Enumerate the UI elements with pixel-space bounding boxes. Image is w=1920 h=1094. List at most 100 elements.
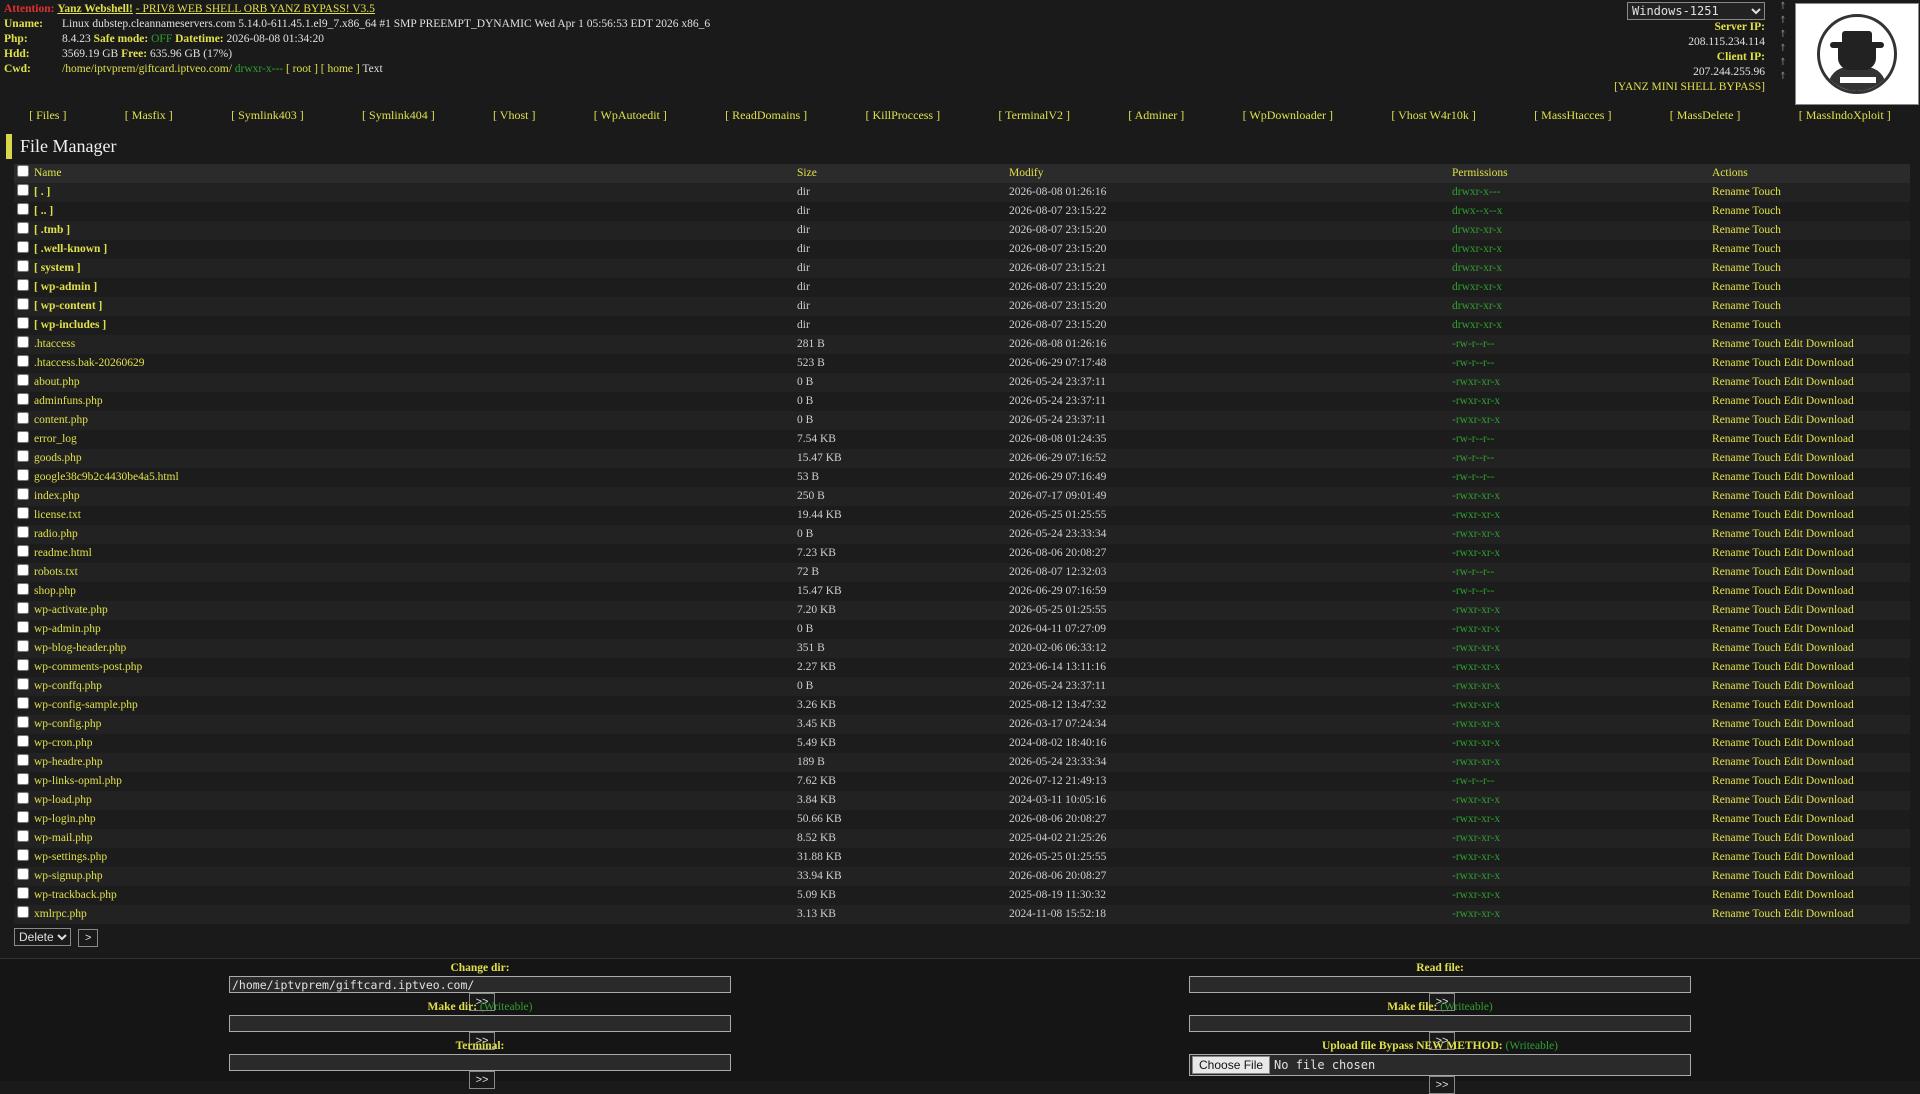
- actions-links[interactable]: Rename Touch: [1709, 259, 1910, 278]
- row-checkbox[interactable]: [17, 564, 29, 576]
- actions-links[interactable]: Rename Touch Edit Download: [1709, 544, 1910, 563]
- menu-item-killproccess[interactable]: [ KillProccess ]: [865, 108, 940, 124]
- actions-links[interactable]: Rename Touch Edit Download: [1709, 639, 1910, 658]
- actions-links[interactable]: Rename Touch Edit Download: [1709, 810, 1910, 829]
- file-link[interactable]: wp-login.php: [34, 813, 96, 825]
- row-checkbox[interactable]: [17, 735, 29, 747]
- upload-submit[interactable]: >>: [1428, 1076, 1456, 1094]
- menu-item-wpdownloader[interactable]: [ WpDownloader ]: [1243, 108, 1333, 124]
- row-checkbox[interactable]: [17, 678, 29, 690]
- row-checkbox[interactable]: [17, 241, 29, 253]
- menu-item-massindoxploit[interactable]: [ MassIndoXploit ]: [1799, 108, 1891, 124]
- row-checkbox[interactable]: [17, 488, 29, 500]
- directory-link[interactable]: [ . ]: [34, 186, 50, 198]
- row-checkbox[interactable]: [17, 317, 29, 329]
- actions-links[interactable]: Rename Touch Edit Download: [1709, 335, 1910, 354]
- file-link[interactable]: wp-config-sample.php: [34, 699, 138, 711]
- actions-links[interactable]: Rename Touch Edit Download: [1709, 373, 1910, 392]
- file-link[interactable]: xmlrpc.php: [34, 908, 87, 920]
- row-checkbox[interactable]: [17, 830, 29, 842]
- permissions-link[interactable]: -rwxr-xr-x: [1449, 525, 1709, 544]
- row-checkbox[interactable]: [17, 469, 29, 481]
- row-checkbox[interactable]: [17, 393, 29, 405]
- permissions-link[interactable]: -rwxr-xr-x: [1449, 639, 1709, 658]
- permissions-link[interactable]: -rwxr-xr-x: [1449, 905, 1709, 924]
- row-checkbox[interactable]: [17, 887, 29, 899]
- permissions-link[interactable]: -rwxr-xr-x: [1449, 411, 1709, 430]
- actions-links[interactable]: Rename Touch Edit Download: [1709, 848, 1910, 867]
- file-link[interactable]: wp-mail.php: [34, 832, 92, 844]
- file-link[interactable]: goods.php: [34, 452, 82, 464]
- actions-links[interactable]: Rename Touch Edit Download: [1709, 525, 1910, 544]
- file-link[interactable]: .htaccess.bak-20260629: [34, 357, 145, 369]
- row-checkbox[interactable]: [17, 374, 29, 386]
- file-link[interactable]: wp-activate.php: [34, 604, 108, 616]
- menu-item-vhostw4r10k[interactable]: [ Vhost W4r10k ]: [1391, 108, 1476, 124]
- permissions-link[interactable]: -rwxr-xr-x: [1449, 601, 1709, 620]
- row-checkbox[interactable]: [17, 849, 29, 861]
- permissions-link[interactable]: -rwxr-xr-x: [1449, 658, 1709, 677]
- permissions-link[interactable]: -rwxr-xr-x: [1449, 886, 1709, 905]
- row-checkbox[interactable]: [17, 868, 29, 880]
- root-link[interactable]: [ root ]: [286, 63, 318, 75]
- actions-links[interactable]: Rename Touch Edit Download: [1709, 753, 1910, 772]
- row-checkbox[interactable]: [17, 659, 29, 671]
- permissions-link[interactable]: -rwxr-xr-x: [1449, 753, 1709, 772]
- file-link[interactable]: wp-config.php: [34, 718, 101, 730]
- row-checkbox[interactable]: [17, 260, 29, 272]
- actions-links[interactable]: Rename Touch Edit Download: [1709, 715, 1910, 734]
- row-checkbox[interactable]: [17, 811, 29, 823]
- file-link[interactable]: wp-admin.php: [34, 623, 101, 635]
- col-size[interactable]: Size: [794, 164, 1006, 183]
- actions-links[interactable]: Rename Touch: [1709, 202, 1910, 221]
- menu-item-masshtacces[interactable]: [ MassHtacces ]: [1534, 108, 1611, 124]
- permissions-link[interactable]: -rwxr-xr-x: [1449, 677, 1709, 696]
- row-checkbox[interactable]: [17, 906, 29, 918]
- file-link[interactable]: error_log: [34, 433, 77, 445]
- actions-links[interactable]: Rename Touch Edit Download: [1709, 677, 1910, 696]
- actions-links[interactable]: Rename Touch Edit Download: [1709, 791, 1910, 810]
- permissions-link[interactable]: drwxr-xr-x: [1449, 240, 1709, 259]
- menu-item-wpautoedit[interactable]: [ WpAutoedit ]: [594, 108, 667, 124]
- file-link[interactable]: wp-load.php: [34, 794, 92, 806]
- row-checkbox[interactable]: [17, 203, 29, 215]
- actions-links[interactable]: Rename Touch Edit Download: [1709, 658, 1910, 677]
- row-checkbox[interactable]: [17, 716, 29, 728]
- permissions-link[interactable]: -rw-r--r--: [1449, 335, 1709, 354]
- directory-link[interactable]: [ wp-admin ]: [34, 281, 97, 293]
- actions-links[interactable]: Rename Touch Edit Download: [1709, 772, 1910, 791]
- permissions-link[interactable]: -rwxr-xr-x: [1449, 867, 1709, 886]
- menu-item-massdelete[interactable]: [ MassDelete ]: [1670, 108, 1741, 124]
- cwd-path-link[interactable]: /home/iptvprem/giftcard.iptveo.com/: [62, 63, 232, 75]
- actions-links[interactable]: Rename Touch Edit Download: [1709, 468, 1910, 487]
- actions-links[interactable]: Rename Touch: [1709, 316, 1910, 335]
- menu-item-masfix[interactable]: [ Masfix ]: [125, 108, 173, 124]
- permissions-link[interactable]: -rwxr-xr-x: [1449, 544, 1709, 563]
- permissions-link[interactable]: drwxr-x---: [1449, 183, 1709, 202]
- actions-links[interactable]: Rename Touch Edit Download: [1709, 829, 1910, 848]
- bypass-link[interactable]: [YANZ MINI SHELL BYPASS]: [1614, 81, 1765, 93]
- actions-links[interactable]: Rename Touch Edit Download: [1709, 449, 1910, 468]
- permissions-link[interactable]: -rw-r--r--: [1449, 430, 1709, 449]
- row-checkbox[interactable]: [17, 697, 29, 709]
- directory-link[interactable]: [ .. ]: [34, 205, 53, 217]
- terminal-input[interactable]: [229, 1054, 731, 1071]
- permissions-link[interactable]: -rwxr-xr-x: [1449, 791, 1709, 810]
- permissions-link[interactable]: -rwxr-xr-x: [1449, 373, 1709, 392]
- permissions-link[interactable]: drwx--x--x: [1449, 202, 1709, 221]
- col-name[interactable]: Name: [34, 167, 61, 179]
- row-checkbox[interactable]: [17, 279, 29, 291]
- actions-links[interactable]: Rename Touch Edit Download: [1709, 905, 1910, 924]
- row-checkbox[interactable]: [17, 222, 29, 234]
- file-link[interactable]: wp-conffq.php: [34, 680, 102, 692]
- actions-links[interactable]: Rename Touch Edit Download: [1709, 354, 1910, 373]
- menu-item-adminer[interactable]: [ Adminer ]: [1128, 108, 1184, 124]
- actions-links[interactable]: Rename Touch Edit Download: [1709, 601, 1910, 620]
- row-checkbox[interactable]: [17, 450, 29, 462]
- file-link[interactable]: content.php: [34, 414, 88, 426]
- row-checkbox[interactable]: [17, 412, 29, 424]
- row-checkbox[interactable]: [17, 773, 29, 785]
- actions-links[interactable]: Rename Touch Edit Download: [1709, 506, 1910, 525]
- col-modify[interactable]: Modify: [1006, 164, 1449, 183]
- permissions-link[interactable]: -rw-r--r--: [1449, 772, 1709, 791]
